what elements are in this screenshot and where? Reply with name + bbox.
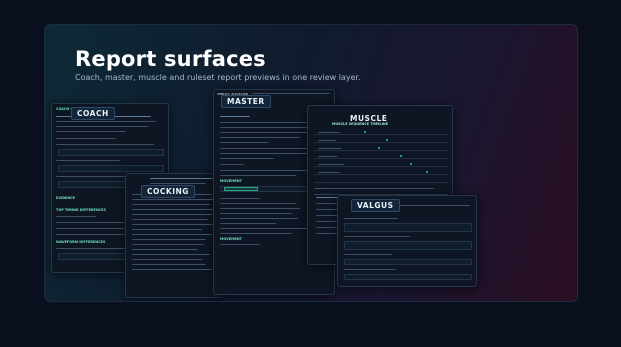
- coach-card-title: COACH: [71, 107, 115, 120]
- timing-differences-heading: TOP TIMING DIFFERENCES: [56, 208, 106, 212]
- waveform-differences-heading: WAVEFORM DIFFERENCES: [56, 240, 106, 244]
- cocking-card-title: COCKING: [141, 185, 195, 198]
- muscle-card-title: MUSCLE: [350, 114, 388, 123]
- page-title: Report surfaces: [75, 47, 266, 71]
- valgus-card-title: VALGUS: [351, 199, 400, 212]
- review-stage: Report surfaces Coach, master, muscle an…: [44, 24, 578, 302]
- evidence-heading: EVIDENCE: [56, 196, 75, 200]
- master-card-title: MASTER: [221, 95, 271, 108]
- movement-heading-secondary: MOVEMENT: [220, 237, 242, 241]
- page-subtitle: Coach, master, muscle and ruleset report…: [75, 73, 361, 82]
- movement-heading: MOVEMENT: [220, 179, 242, 183]
